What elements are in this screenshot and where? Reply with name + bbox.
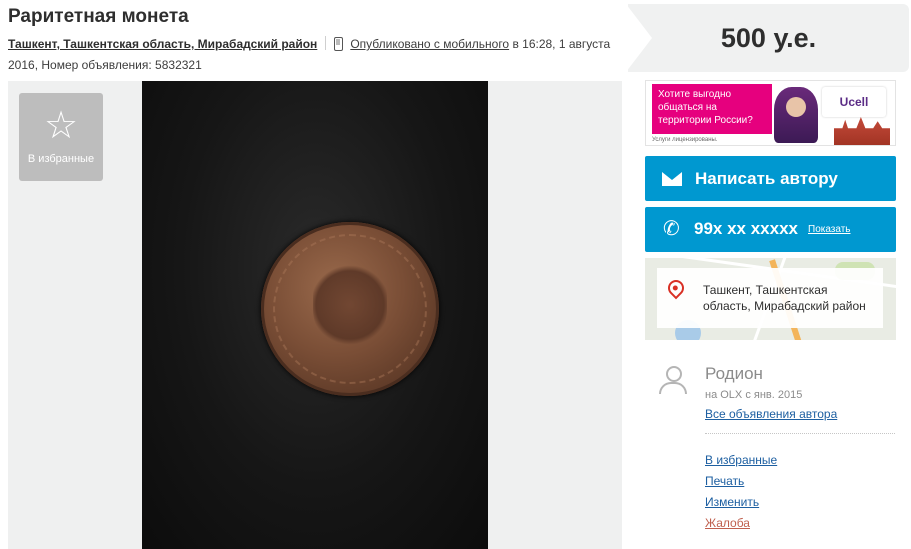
phone-icon: ✆ xyxy=(663,218,680,240)
ad-kremlin-image xyxy=(834,117,890,145)
map-address-card: Ташкент, Ташкентская область, Мирабадски… xyxy=(657,268,883,328)
seller-info: Родион на OLX с янв. 2015 Все объявления… xyxy=(645,352,896,437)
favorites-label: В избранные xyxy=(27,153,95,165)
write-author-button[interactable]: Написать автору xyxy=(645,156,896,201)
phone-number: 99x xx xxxxx xyxy=(694,219,798,238)
published-mobile-link[interactable]: Опубликовано с мобильного xyxy=(350,37,509,51)
favorite-link[interactable]: В избранные xyxy=(705,450,777,471)
star-icon: ☆ xyxy=(43,105,79,147)
report-link[interactable]: Жалоба xyxy=(705,513,777,534)
photo-gallery: ☆ В избранные xyxy=(8,81,622,549)
coin-image xyxy=(261,222,439,396)
ad-brand-logo: Ucell xyxy=(822,87,886,117)
seller-name: Родион xyxy=(705,364,763,383)
coin-emblem xyxy=(313,262,387,348)
user-avatar-icon xyxy=(659,366,687,396)
price-box: 500 у.е. xyxy=(626,4,909,72)
envelope-icon xyxy=(662,172,682,186)
listing-actions: В избранные Печать Изменить Жалоба xyxy=(705,450,777,534)
add-to-favorites-button[interactable]: ☆ В избранные xyxy=(19,93,103,181)
price-value: 500 у.е. xyxy=(720,23,817,53)
all-ads-link[interactable]: Все объявления автора xyxy=(705,407,837,421)
print-link[interactable]: Печать xyxy=(705,471,777,492)
map-pin-icon xyxy=(664,276,688,300)
seller-since: на OLX с янв. 2015 xyxy=(705,389,803,401)
mobile-phone-icon xyxy=(334,37,344,51)
map-address: Ташкент, Ташкентская область, Мирабадски… xyxy=(703,283,866,313)
divider xyxy=(325,36,327,50)
ad-banner[interactable]: Хотите выгодно общаться на территории Ро… xyxy=(645,80,896,146)
listing-meta: Ташкент, Ташкентская область, Мирабадски… xyxy=(8,34,620,76)
listing-photo[interactable] xyxy=(142,81,488,549)
divider xyxy=(705,433,895,434)
location-link[interactable]: Ташкент, Ташкентская область, Мирабадски… xyxy=(8,37,317,51)
ad-person-image xyxy=(774,87,818,143)
edit-link[interactable]: Изменить xyxy=(705,492,777,513)
page-title: Раритетная монета xyxy=(8,6,189,27)
location-map[interactable]: Ташкент, Ташкентская область, Мирабадски… xyxy=(645,258,896,340)
phone-button[interactable]: ✆ 99x xx xxxxx Показать xyxy=(645,207,896,252)
ad-text: Хотите выгодно общаться на территории Ро… xyxy=(652,84,772,134)
write-author-label: Написать автору xyxy=(695,169,838,188)
show-phone-link[interactable]: Показать xyxy=(808,224,851,235)
ad-footnote: Услуги лицензированы. xyxy=(652,137,718,143)
